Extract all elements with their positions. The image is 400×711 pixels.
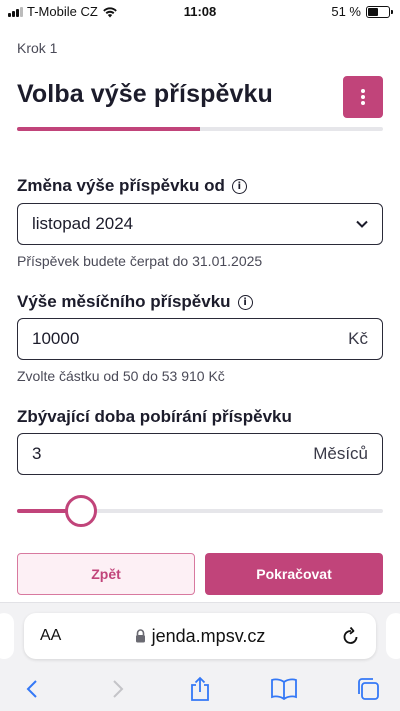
back-nav-button[interactable] [18, 675, 46, 703]
amount-value: 10000 [32, 329, 80, 348]
start-month-label-text: Změna výše příspěvku od [17, 176, 225, 195]
browser-toolbar [0, 673, 400, 705]
amount-label-text: Výše měsíčního příspěvku [17, 292, 231, 311]
duration-label: Zbývající doba pobírání příspěvku [17, 407, 292, 427]
step-progress-bar [17, 127, 383, 131]
browser-bottom-bar: AA jenda.mpsv.cz [0, 602, 400, 711]
lock-icon [135, 629, 145, 643]
duration-slider[interactable] [17, 495, 383, 527]
duration-value: 3 [32, 444, 42, 463]
url-text: jenda.mpsv.cz [151, 625, 266, 646]
slider-thumb[interactable] [65, 495, 98, 527]
duration-input[interactable]: 3 Měsíců [17, 433, 383, 475]
share-icon [191, 676, 209, 701]
amount-currency: Kč [348, 329, 368, 348]
duration-unit: Měsíců [313, 444, 368, 463]
address-bar[interactable]: AA jenda.mpsv.cz [24, 613, 376, 659]
chevron-right-icon [113, 680, 124, 698]
battery-icon [366, 5, 393, 18]
amount-hint: Zvolte částku od 50 do 53 910 Kč [17, 368, 225, 384]
more-vertical-icon [361, 89, 365, 105]
previous-tab-preview[interactable] [0, 613, 14, 659]
start-month-label: Změna výše příspěvku od i [17, 176, 247, 196]
next-tab-preview[interactable] [386, 613, 400, 659]
chevron-down-icon [356, 220, 368, 228]
amount-input[interactable]: 10000 Kč [17, 318, 383, 360]
info-icon[interactable]: i [237, 294, 253, 310]
share-button[interactable] [186, 675, 214, 703]
forward-nav-button[interactable] [104, 675, 132, 703]
info-icon[interactable]: i [231, 178, 247, 194]
tabs-button[interactable] [354, 675, 382, 703]
page-title: Volba výše příspěvku [17, 80, 273, 108]
tabs-icon [358, 678, 379, 700]
duration-label-text: Zbývající doba pobírání příspěvku [17, 407, 292, 426]
start-month-hint: Příspěvek budete čerpat do 31.01.2025 [17, 253, 263, 269]
start-month-value: listopad 2024 [32, 214, 134, 233]
chevron-left-icon [26, 680, 37, 698]
battery-percent: 51 % [331, 4, 361, 19]
book-icon [271, 678, 297, 700]
continue-button[interactable]: Pokračovat [205, 553, 383, 595]
reload-icon[interactable] [342, 626, 360, 646]
status-bar: T-Mobile CZ 11:08 51 % [0, 0, 400, 24]
amount-label: Výše měsíčního příspěvku i [17, 292, 253, 312]
back-button[interactable]: Zpět [17, 553, 195, 595]
bookmarks-button[interactable] [270, 675, 298, 703]
url-display: jenda.mpsv.cz [24, 626, 376, 647]
step-label: Krok 1 [17, 40, 58, 56]
more-menu-button[interactable] [343, 76, 383, 118]
status-right: 51 % [331, 4, 393, 19]
start-month-select[interactable]: listopad 2024 [17, 203, 383, 245]
